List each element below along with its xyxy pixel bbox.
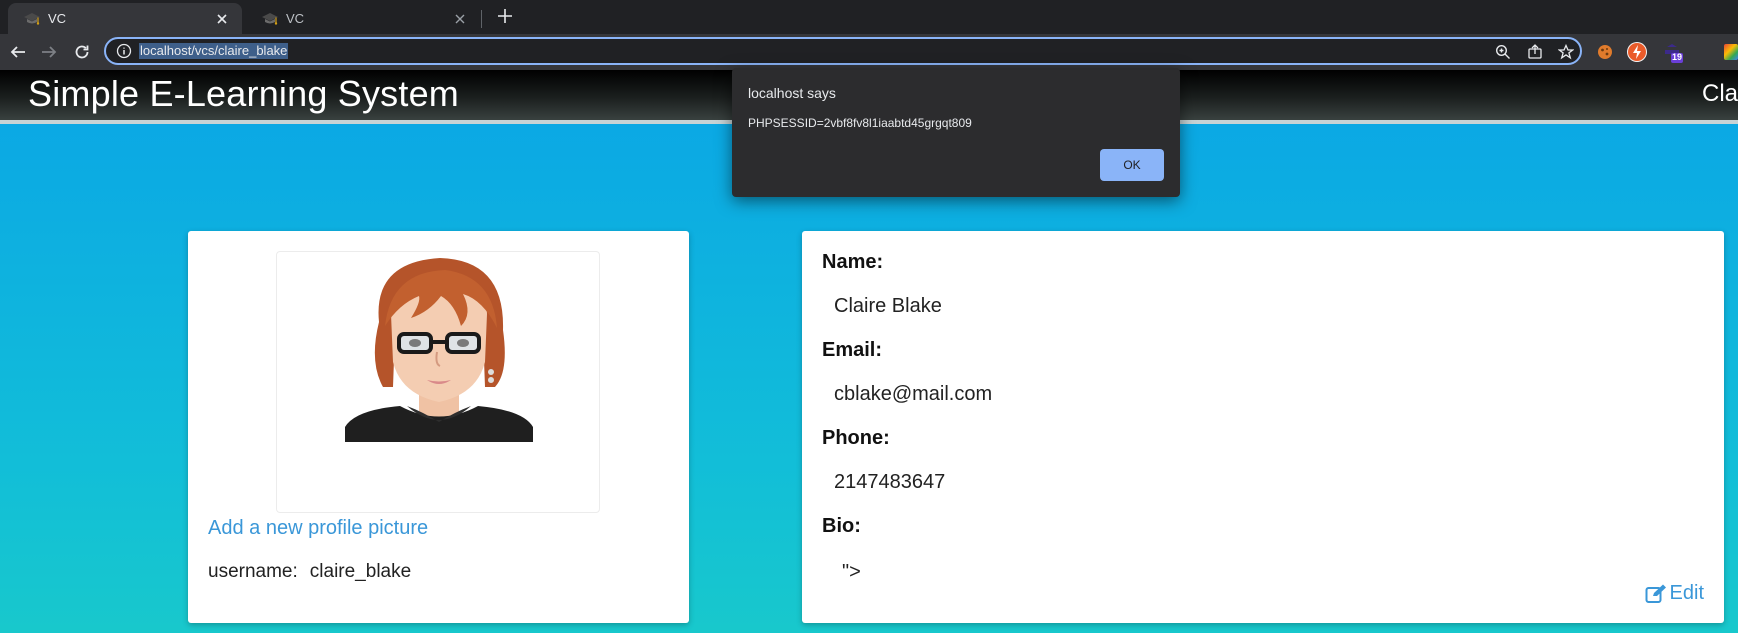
- phone-value: 2147483647: [834, 471, 946, 493]
- browser-tab-2[interactable]: VC: [246, 3, 480, 34]
- alert-message: PHPSESSID=2vbf8fv8l1iaabtd45grgqt809: [748, 116, 972, 130]
- arrow-left-icon: [10, 46, 25, 58]
- address-bar[interactable]: localhost/vcs/claire_blake: [104, 37, 1582, 65]
- forward-button[interactable]: [37, 40, 61, 64]
- bookmark-star-icon[interactable]: [1558, 44, 1574, 60]
- phone-label: Phone:: [822, 427, 890, 449]
- share-icon[interactable]: [1527, 44, 1543, 60]
- extension-icon[interactable]: 19: [1661, 42, 1683, 63]
- edit-icon: [1645, 584, 1666, 603]
- reload-icon: [75, 45, 89, 59]
- edit-profile-button[interactable]: Edit: [1645, 582, 1704, 605]
- username-row: username: claire_blake: [208, 561, 411, 583]
- plus-icon: [498, 9, 512, 23]
- cookie-extension-icon[interactable]: [1595, 42, 1615, 62]
- profile-avatar-image: [345, 258, 533, 442]
- profile-picture-card: Add a new profile picture username: clair…: [188, 231, 689, 623]
- browser-toolbar: localhost/vcs/claire_blake 19: [0, 34, 1738, 70]
- username-value: claire_blake: [309, 561, 412, 582]
- graduation-cap-icon: [262, 12, 278, 25]
- browser-tab-1[interactable]: VC: [8, 3, 242, 34]
- browser-tab-strip: VC VC: [0, 0, 1738, 34]
- bio-label: Bio:: [822, 515, 861, 537]
- tab-divider: [481, 10, 482, 28]
- arrow-right-icon: [42, 46, 57, 58]
- name-label: Name:: [822, 251, 884, 273]
- add-profile-picture-link[interactable]: Add a new profile picture: [208, 517, 428, 540]
- lightning-extension-icon[interactable]: [1627, 42, 1647, 62]
- new-tab-button[interactable]: [494, 5, 516, 27]
- tab-close-icon[interactable]: [452, 11, 468, 27]
- back-button[interactable]: [6, 40, 30, 64]
- reload-button[interactable]: [70, 40, 94, 64]
- email-value: cblake@mail.com: [834, 383, 993, 405]
- tab-close-icon[interactable]: [214, 11, 230, 27]
- edit-label: Edit: [1669, 582, 1704, 604]
- tab-title: VC: [286, 11, 305, 26]
- colorful-extension-icon[interactable]: [1724, 44, 1738, 60]
- url-text[interactable]: localhost/vcs/claire_blake: [139, 43, 289, 59]
- alert-title: localhost says: [748, 85, 836, 101]
- zoom-icon[interactable]: [1495, 44, 1511, 60]
- profile-picture-frame: [276, 251, 600, 513]
- email-label: Email:: [822, 339, 883, 361]
- username-label: username:: [208, 561, 298, 582]
- graduation-cap-icon: [24, 12, 40, 25]
- alert-dialog: localhost says PHPSESSID=2vbf8fv8l1iaabt…: [732, 68, 1180, 197]
- alert-ok-button[interactable]: OK: [1100, 149, 1164, 181]
- tab-title: VC: [48, 11, 67, 26]
- user-menu-name[interactable]: Cla: [1702, 80, 1738, 108]
- site-title[interactable]: Simple E-Learning System: [28, 73, 459, 115]
- extension-badge: 19: [1672, 52, 1683, 62]
- site-info-icon[interactable]: [116, 43, 132, 59]
- bio-value: ">: [842, 561, 861, 583]
- profile-details-card: Name: Claire Blake Email: cblake@mail.co…: [802, 231, 1724, 623]
- name-value: Claire Blake: [834, 295, 942, 317]
